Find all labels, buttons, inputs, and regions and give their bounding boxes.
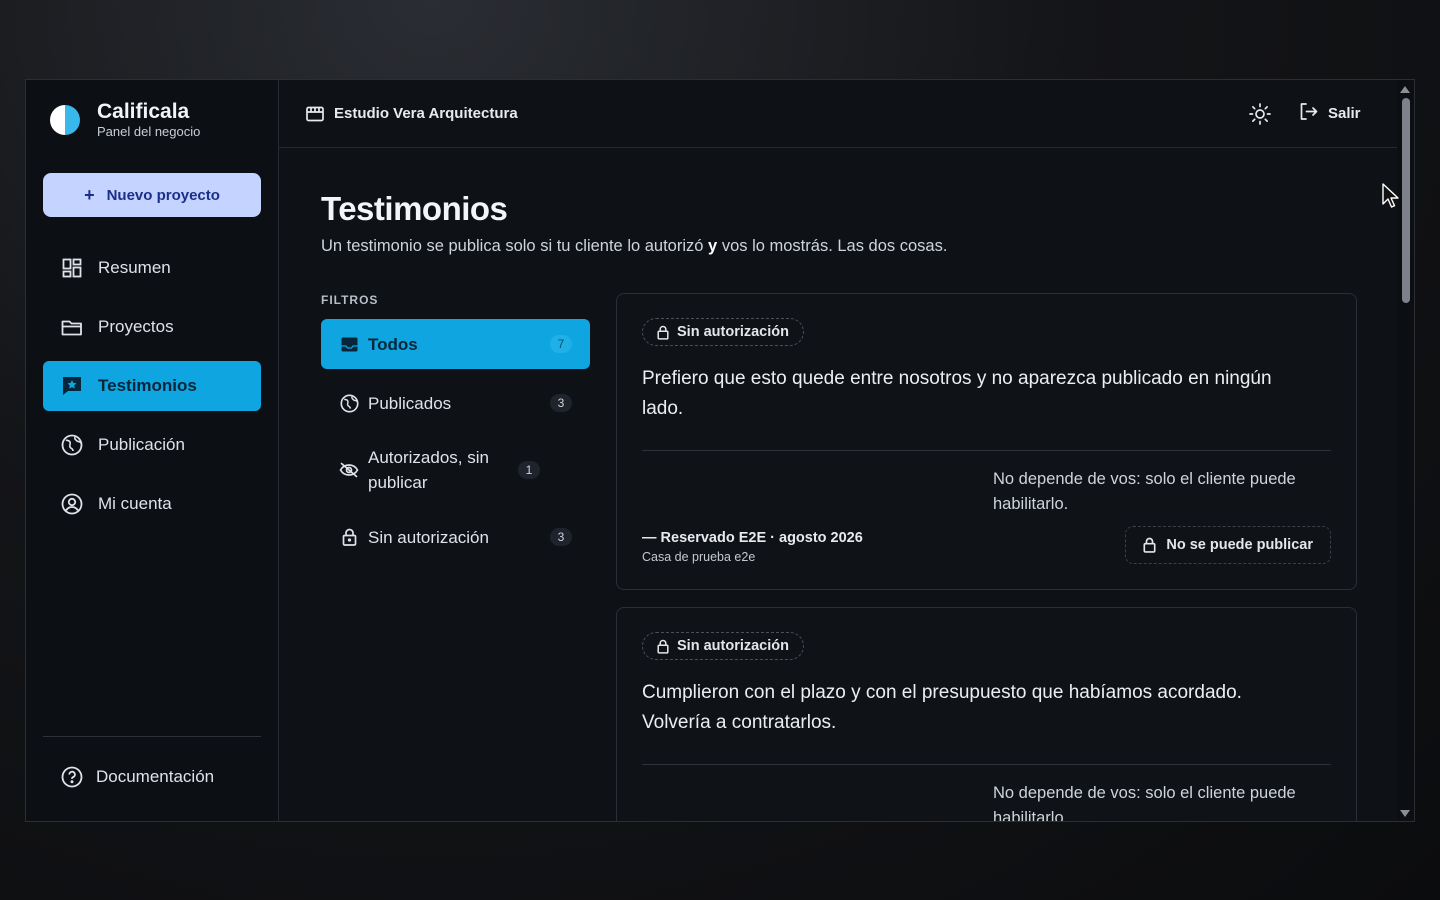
store-icon xyxy=(306,106,324,122)
workspace-label: Estudio Vera Arquitectura xyxy=(334,105,518,122)
globe-icon xyxy=(339,393,359,413)
lock-icon xyxy=(1143,537,1156,553)
logout-icon xyxy=(1299,102,1318,125)
filter-label: Todos xyxy=(368,334,418,354)
sidebar-item-label: Testimonios xyxy=(98,376,197,395)
filters-label: FILTROS xyxy=(321,293,379,307)
logout-button[interactable]: Salir xyxy=(1299,102,1361,125)
status-badge: Sin autorización xyxy=(642,318,804,346)
scroll-down-arrow-icon[interactable] xyxy=(1400,810,1410,817)
help-circle-icon xyxy=(61,766,83,788)
filter-count: 1 xyxy=(518,461,540,479)
logout-label: Salir xyxy=(1328,105,1361,122)
folder-icon xyxy=(61,316,83,338)
testimonial-card: Sin autorización Prefiero que esto quede… xyxy=(616,293,1357,590)
card-divider xyxy=(642,764,1331,765)
sidebar-item-label: Publicación xyxy=(98,435,185,454)
page-description: Un testimonio se publica solo si tu clie… xyxy=(321,237,947,256)
sidebar: Calificala Panel del negocio + Nuevo pro… xyxy=(26,80,279,821)
sidebar-item-publicacion[interactable]: Publicación xyxy=(43,420,261,470)
filter-label: Autorizados, sin publicar xyxy=(368,448,489,492)
filter-count: 3 xyxy=(550,394,572,412)
globe-icon xyxy=(61,434,83,456)
sidebar-item-label: Proyectos xyxy=(98,317,174,336)
description-pre: Un testimonio se publica solo si tu clie… xyxy=(321,237,704,255)
user-circle-icon xyxy=(61,493,83,515)
status-label: Sin autorización xyxy=(677,324,789,340)
description-post: vos lo mostrás. Las dos cosas. xyxy=(721,237,948,255)
mouse-cursor-icon xyxy=(1382,183,1399,208)
filter-todos[interactable]: Todos 7 xyxy=(321,319,590,369)
documentation-link[interactable]: Documentación xyxy=(61,766,214,788)
sidebar-item-label: Mi cuenta xyxy=(98,494,172,513)
page-title: Testimonios xyxy=(321,190,508,227)
filters-list: Todos 7 Publicados 3 Autorizados, sin pu… xyxy=(321,319,590,571)
inbox-icon xyxy=(339,337,359,352)
cannot-publish-label: No se puede publicar xyxy=(1166,537,1313,553)
chat-star-icon xyxy=(61,375,83,397)
sidebar-item-mi-cuenta[interactable]: Mi cuenta xyxy=(43,479,261,529)
new-project-button[interactable]: + Nuevo proyecto xyxy=(43,173,261,217)
brand-subtitle: Panel del negocio xyxy=(97,124,201,139)
filter-publicados[interactable]: Publicados 3 xyxy=(321,378,590,428)
documentation-label: Documentación xyxy=(96,767,215,786)
filter-label: Sin autorización xyxy=(368,527,489,547)
authorization-note: No depende de vos: solo el cliente puede… xyxy=(993,784,1296,821)
testimonials-list: Sin autorización Prefiero que esto quede… xyxy=(616,293,1357,821)
sidebar-divider xyxy=(43,736,261,737)
testimonial-quote: Cumplieron con el plazo y con el presupu… xyxy=(642,682,1242,733)
brand-logo xyxy=(50,105,80,135)
workspace-name[interactable]: Estudio Vera Arquitectura xyxy=(306,105,518,122)
authorization-note: No depende de vos: solo el cliente puede… xyxy=(993,470,1296,513)
eye-off-icon xyxy=(339,462,359,478)
cannot-publish-button[interactable]: No se puede publicar xyxy=(1125,526,1331,564)
testimonial-project: Casa de prueba e2e xyxy=(642,550,756,564)
filter-count: 7 xyxy=(550,335,572,353)
filter-label: Publicados xyxy=(368,393,452,413)
status-label: Sin autorización xyxy=(677,638,789,654)
lock-icon xyxy=(657,639,669,654)
plus-icon: + xyxy=(84,185,95,205)
description-bold: y xyxy=(708,237,718,255)
filter-autorizados-sin-publicar[interactable]: Autorizados, sin publicar 1 xyxy=(321,437,590,503)
lock-icon xyxy=(339,528,359,546)
lock-icon xyxy=(657,325,669,340)
filter-count: 3 xyxy=(550,528,572,546)
dashboard-icon xyxy=(61,257,83,279)
card-divider xyxy=(642,450,1331,451)
scroll-thumb[interactable] xyxy=(1402,98,1410,303)
testimonial-quote: Prefiero que esto quede entre nosotros y… xyxy=(642,368,1272,419)
app-window: Calificala Panel del negocio + Nuevo pro… xyxy=(25,79,1415,822)
new-project-label: Nuevo proyecto xyxy=(106,186,220,204)
sun-icon xyxy=(1248,102,1272,131)
sidebar-item-proyectos[interactable]: Proyectos xyxy=(43,302,261,352)
scroll-up-arrow-icon[interactable] xyxy=(1400,86,1410,93)
status-badge: Sin autorización xyxy=(642,632,804,660)
brand-name: Calificala xyxy=(97,100,190,123)
filter-sin-autorizacion[interactable]: Sin autorización 3 xyxy=(321,512,590,562)
sidebar-item-testimonios[interactable]: Testimonios xyxy=(43,361,261,411)
sidebar-item-label: Resumen xyxy=(98,258,171,277)
brand[interactable]: Calificala Panel del negocio xyxy=(50,100,200,140)
main-content: Estudio Vera Arquitectura Salir Testimon… xyxy=(279,80,1414,821)
topbar: Estudio Vera Arquitectura Salir xyxy=(279,80,1414,148)
theme-toggle-button[interactable] xyxy=(1248,102,1272,131)
testimonial-card: Sin autorización Cumplieron con el plazo… xyxy=(616,607,1357,821)
testimonial-author: — Reservado E2E · agosto 2026 xyxy=(642,530,863,546)
sidebar-item-resumen[interactable]: Resumen xyxy=(43,243,261,293)
sidebar-nav: Resumen Proyectos Testimonios Publicació… xyxy=(43,243,261,538)
